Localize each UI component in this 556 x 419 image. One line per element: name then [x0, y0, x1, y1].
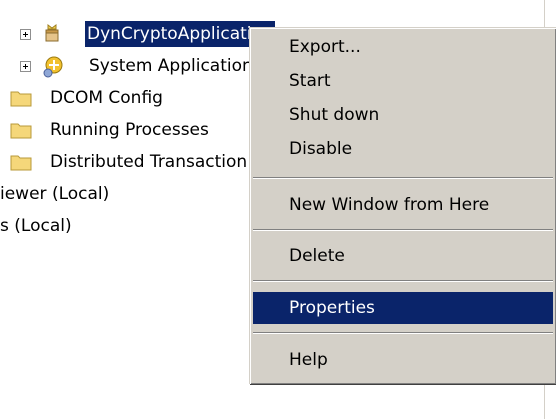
menu-separator — [253, 177, 553, 179]
folder-icon — [10, 152, 32, 172]
menu-item-export[interactable]: Export... — [253, 31, 553, 63]
expand-icon[interactable] — [20, 29, 31, 40]
menu-item-help[interactable]: Help — [253, 344, 553, 376]
tree-item-label: DCOM Config — [50, 88, 163, 108]
tree-item-label: DynCryptoApplication — [85, 21, 275, 47]
context-menu: Export... Start Shut down Disable New Wi… — [249, 27, 556, 384]
tree-item-label: iewer (Local) — [0, 184, 110, 204]
component-package-icon — [42, 24, 62, 44]
menu-item-shut-down[interactable]: Shut down — [253, 99, 553, 131]
tree-item-label: Running Processes — [50, 120, 209, 140]
component-gear-icon — [42, 56, 63, 78]
menu-separator — [253, 229, 553, 231]
menu-item-disable[interactable]: Disable — [253, 133, 553, 165]
menu-item-new-window[interactable]: New Window from Here — [253, 189, 553, 221]
menu-item-delete[interactable]: Delete — [253, 240, 553, 272]
folder-icon — [10, 120, 32, 140]
menu-item-start[interactable]: Start — [253, 65, 553, 97]
tree-item-label: s (Local) — [0, 216, 72, 236]
menu-separator — [253, 332, 553, 334]
folder-icon — [10, 88, 32, 108]
tree-item-label: System Application — [89, 56, 253, 76]
menu-item-properties[interactable]: Properties — [253, 292, 553, 324]
menu-separator — [253, 280, 553, 282]
expand-icon[interactable] — [20, 61, 31, 72]
